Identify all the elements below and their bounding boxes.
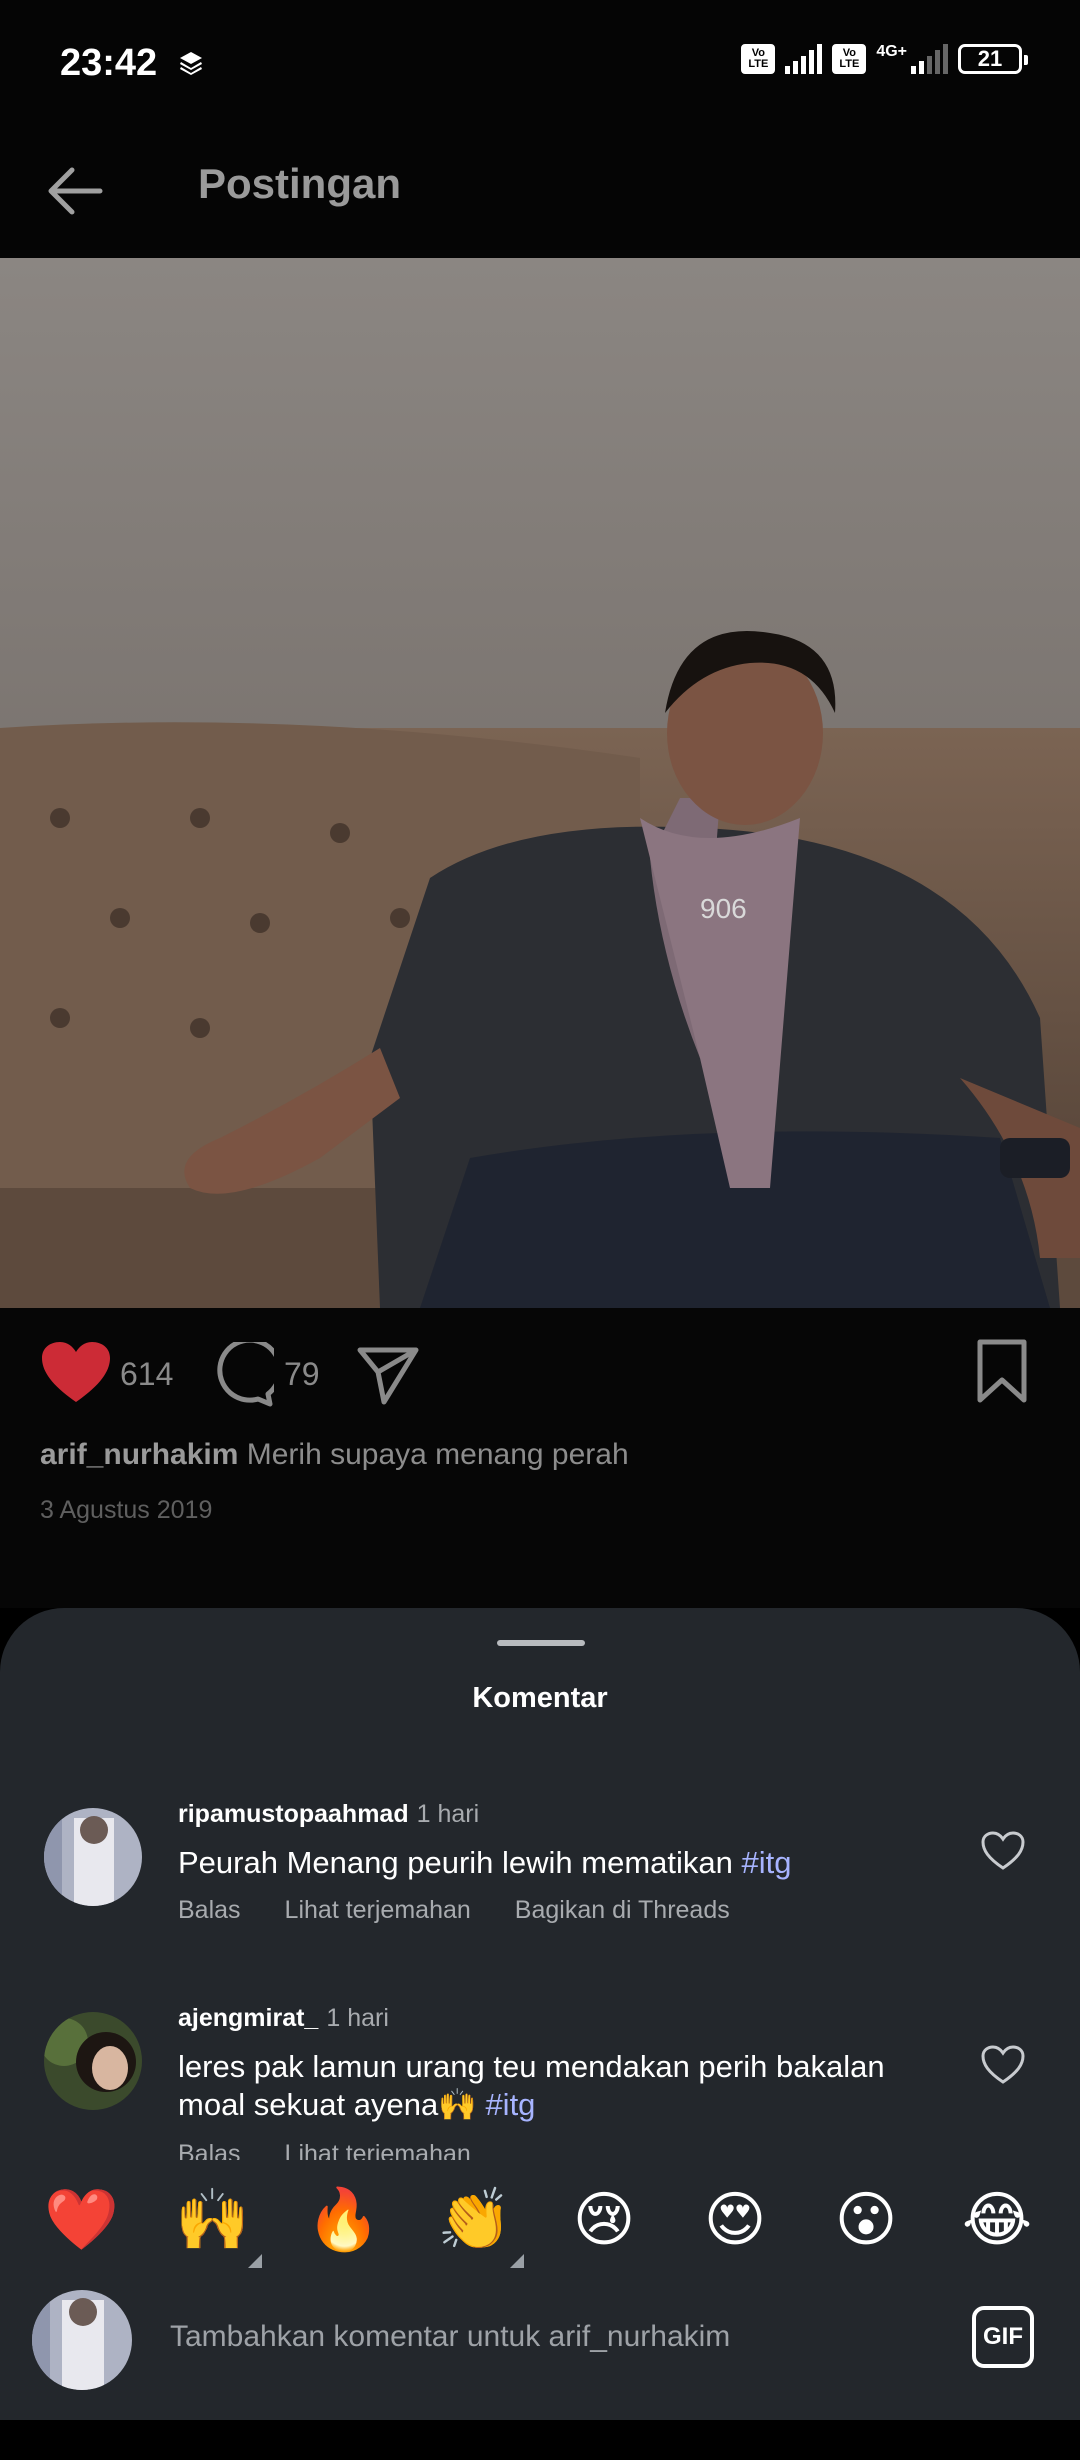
caption-username[interactable]: arif_nurhakim — [40, 1438, 238, 1471]
comment-count: 79 — [284, 1356, 320, 1392]
reply-button[interactable]: Balas — [178, 1896, 241, 1925]
sheet-drag-handle[interactable] — [497, 1640, 585, 1646]
emoji-clapping-button[interactable]: 👏 — [437, 2184, 512, 2256]
emoji-laughing-button[interactable]: 😂 — [961, 2184, 1033, 2256]
status-indicators: Vo LTE Vo LTE 4G+ 21 — [741, 43, 1028, 74]
comment-actions: Balas Lihat terjemahan Bagikan di Thread… — [178, 1896, 730, 1925]
comment-meta: ripamustopaahmad 1 hari — [178, 1800, 479, 1829]
comment-meta: ajengmirat_ 1 hari — [178, 2004, 389, 2033]
like-count: 614 — [120, 1356, 174, 1392]
post-actions: 614 79 — [0, 1308, 1080, 1438]
arrow-left-icon[interactable] — [38, 152, 116, 230]
volte-badge: Vo LTE — [741, 44, 776, 74]
hashtag-link[interactable]: #itg — [485, 2087, 535, 2122]
comment-item: ripamustopaahmad 1 hari Peurah Menang peu… — [0, 1800, 1080, 1940]
emoji-heart-eyes-button[interactable]: 😍 — [699, 2184, 771, 2256]
avatar[interactable] — [44, 2012, 142, 2110]
send-icon[interactable] — [354, 1342, 420, 1408]
avatar — [32, 2290, 132, 2390]
post-photo[interactable]: 906 — [0, 258, 1080, 1308]
share-to-threads-button[interactable]: Bagikan di Threads — [515, 1896, 730, 1925]
page-title: Postingan — [198, 160, 402, 207]
volte-badge: Vo LTE — [832, 44, 867, 74]
signal-strength-icon — [785, 44, 823, 74]
comment-body-line: moal sekuat ayena🙌 #itg — [178, 2086, 938, 2124]
comment-time: 1 hari — [416, 1800, 480, 1828]
heart-outline-icon[interactable] — [980, 2044, 1026, 2086]
post-details: 614 79 arif_nurhakim Merih supaya menang… — [0, 1308, 1080, 1608]
gif-button[interactable]: GIF — [972, 2306, 1034, 2368]
comment-bubble-icon[interactable] — [208, 1342, 274, 1408]
heart-outline-icon[interactable] — [980, 1830, 1026, 1872]
emoji-heart-button[interactable]: ❤️ — [44, 2184, 119, 2256]
sheet-title: Komentar — [472, 1682, 608, 1714]
comment-input-bar: Tambahkan komentar untuk arif_nurhakim G… — [0, 2280, 1080, 2420]
layers-icon — [180, 52, 202, 75]
bookmark-icon[interactable] — [974, 1338, 1030, 1404]
post-caption: arif_nurhakim Merih supaya menang perah — [40, 1438, 629, 1472]
comment-body: Peurah Menang peurih lewih mematikan — [178, 1845, 742, 1880]
comment-username[interactable]: ripamustopaahmad — [178, 1800, 409, 1828]
comment-body-line: leres pak lamun urang teu mendakan perih… — [178, 2049, 885, 2084]
post-date: 3 Agustus 2019 — [40, 1496, 213, 1524]
system-nav-bar — [0, 2420, 1080, 2460]
emoji-surprised-button[interactable]: 😮 — [830, 2184, 902, 2256]
emoji-variant-indicator — [510, 2254, 524, 2268]
caption-text: Merih supaya menang perah — [246, 1438, 629, 1471]
signal-strength-icon — [911, 44, 948, 74]
emoji-fire-button[interactable]: 🔥 — [306, 2184, 381, 2256]
battery-indicator: 21 — [958, 44, 1028, 74]
emoji-crying-button[interactable]: 😢 — [568, 2184, 640, 2256]
emoji-raising-hands-button[interactable]: 🙌 — [175, 2184, 250, 2256]
post-photo-illustration: 906 — [0, 258, 1080, 1308]
see-translation-button[interactable]: Lihat terjemahan — [285, 1896, 471, 1925]
status-bar: 23:42 Vo LTE Vo LTE 4G+ 21 — [0, 0, 1080, 130]
comment-text: leres pak lamun urang teu mendakan perih… — [178, 2048, 938, 2124]
heart-icon[interactable] — [40, 1340, 112, 1406]
app-header: Postingan — [0, 130, 1080, 258]
network-type: 4G+ — [876, 43, 907, 60]
svg-text:906: 906 — [700, 893, 747, 924]
emoji-reaction-bar: ❤️ 🙌 🔥 👏 😢 😍 😮 😂 — [0, 2160, 1080, 2280]
comment-input[interactable]: Tambahkan komentar untuk arif_nurhakim — [170, 2320, 730, 2354]
comment-body: moal sekuat ayena🙌 — [178, 2087, 486, 2122]
avatar[interactable] — [44, 1808, 142, 1906]
comment-item: ajengmirat_ 1 hari leres pak lamun urang … — [0, 2004, 1080, 2168]
comment-text: Peurah Menang peurih lewih mematikan #it… — [178, 1844, 938, 1882]
status-time: 23:42 — [60, 42, 158, 84]
comment-username[interactable]: ajengmirat_ — [178, 2004, 318, 2032]
hashtag-link[interactable]: #itg — [741, 1845, 791, 1880]
emoji-variant-indicator — [248, 2254, 262, 2268]
comment-time: 1 hari — [326, 2004, 389, 2032]
